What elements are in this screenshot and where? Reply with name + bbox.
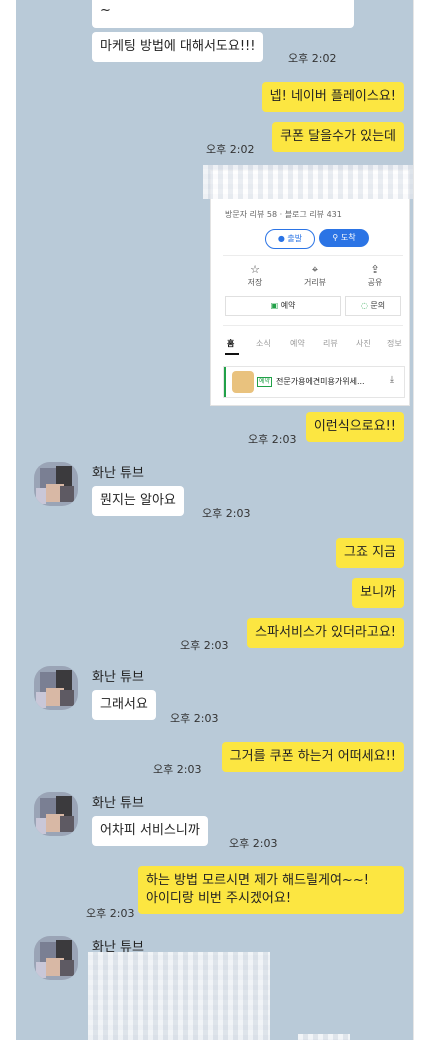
- share-action[interactable]: ⇪ 공유: [345, 263, 405, 288]
- message-text: 그래서요: [100, 697, 148, 712]
- blurred-message: [298, 1034, 350, 1040]
- star-icon: ☆: [250, 263, 260, 276]
- tab-photo[interactable]: 사진: [356, 338, 371, 349]
- sender-avatar[interactable]: [34, 462, 78, 506]
- coupon-thumbnail: [232, 371, 254, 393]
- inquiry-button[interactable]: ◌ 문의: [345, 296, 401, 316]
- street-view-action[interactable]: ⌖ 거리뷰: [285, 263, 345, 288]
- message-bubble-incoming[interactable]: 마케팅 방법에 대해서도요!!!: [92, 32, 264, 62]
- blurred-message: [88, 952, 270, 1040]
- download-icon[interactable]: ⤓: [390, 375, 394, 385]
- divider: [223, 255, 403, 256]
- window-scrollbar-track[interactable]: [413, 0, 426, 1040]
- message-bubble-incoming[interactable]: ~: [92, 0, 354, 28]
- tab-news[interactable]: 소식: [256, 338, 271, 349]
- blurred-place-name: [203, 165, 414, 199]
- message-text: 그거를 쿠폰 하는거 어떠세요!!: [229, 749, 396, 764]
- pin-icon: ⚲: [332, 233, 339, 242]
- sender-avatar[interactable]: [34, 666, 78, 710]
- message-text-line: 하는 방법 모르시면 제가 해드릴게여~~!: [146, 873, 369, 888]
- message-text-line: 아이디랑 비번 주시겠어요!: [146, 891, 292, 906]
- sender-avatar[interactable]: [34, 792, 78, 836]
- message-text: 그죠 지금: [344, 545, 396, 560]
- calendar-icon: ▣: [270, 301, 279, 310]
- review-count: 방문자 리뷰 58 · 블로그 리뷰 431: [225, 210, 342, 219]
- message-time: 오후 2:03: [153, 763, 202, 776]
- active-tab-indicator: [225, 353, 239, 355]
- message-bubble-outgoing[interactable]: 이런식으로요!!: [305, 412, 404, 442]
- window-left-margin: [0, 0, 16, 1040]
- message-bubble-incoming[interactable]: 그래서요: [92, 690, 156, 720]
- message-text: 스파서비스가 있더라고요!: [255, 625, 396, 640]
- message-bubble-incoming[interactable]: 어차피 서비스니까: [92, 816, 208, 846]
- coupon-title: 전문가용에견미용가위세...: [276, 377, 365, 386]
- tab-home[interactable]: 홈: [227, 338, 234, 349]
- divider: [223, 325, 403, 326]
- tab-review[interactable]: 리뷰: [323, 338, 338, 349]
- tab-reservation[interactable]: 예약: [290, 338, 305, 349]
- share-icon: ⇪: [370, 263, 380, 276]
- message-time: 오후 2:03: [202, 507, 251, 520]
- message-bubble-outgoing[interactable]: 스파서비스가 있더라고요!: [247, 618, 404, 648]
- reserve-button[interactable]: ▣ 예약: [225, 296, 341, 316]
- message-time: 오후 2:02: [206, 143, 255, 156]
- message-text: 넵! 네이버 플레이스요!: [269, 89, 396, 104]
- chat-icon: ◌: [360, 301, 368, 310]
- message-time: 오후 2:03: [86, 907, 135, 920]
- message-bubble-outgoing[interactable]: 쿠폰 달을수가 있는데: [272, 122, 404, 152]
- arrive-button[interactable]: ⚲ 도착: [319, 229, 369, 247]
- message-time: 오후 2:03: [229, 837, 278, 850]
- message-bubble-incoming[interactable]: 뭔지는 알아요: [92, 486, 184, 516]
- message-time: 오후 2:03: [180, 639, 229, 652]
- coupon-accent-bar: [224, 367, 226, 397]
- sender-name: 화난 튜브: [92, 670, 144, 685]
- sender-name: 화난 튜브: [92, 796, 144, 811]
- message-bubble-outgoing[interactable]: 그거를 쿠폰 하는거 어떠세요!!: [221, 742, 404, 772]
- save-action[interactable]: ☆ 저장: [225, 263, 285, 288]
- message-time: 오후 2:03: [170, 712, 219, 725]
- coupon-badge: 예약: [257, 377, 273, 387]
- message-bubble-outgoing[interactable]: 그죠 지금: [336, 538, 404, 568]
- message-text: 뭔지는 알아요: [100, 493, 176, 508]
- message-text: 쿠폰 달을수가 있는데: [280, 129, 396, 144]
- chat-area[interactable]: ~ 마케팅 방법에 대해서도요!!! 오후 2:02 넵! 네이버 플레이스요!…: [16, 0, 414, 1040]
- sender-name: 화난 튜브: [92, 466, 144, 481]
- coupon-item[interactable]: 예약 전문가용에견미용가위세... ⤓: [223, 366, 405, 398]
- location-icon: ⌖: [311, 263, 319, 276]
- shared-place-image[interactable]: 방문자 리뷰 58 · 블로그 리뷰 431 ● 출발 ⚲ 도착 ☆ 저장 ⌖ …: [203, 165, 414, 406]
- message-time: 오후 2:02: [288, 52, 337, 65]
- sender-avatar[interactable]: [34, 936, 78, 980]
- message-bubble-outgoing[interactable]: 보니까: [352, 578, 404, 608]
- message-text: ~: [100, 3, 111, 18]
- message-text: 보니까: [360, 585, 396, 600]
- message-time: 오후 2:03: [248, 433, 297, 446]
- message-text: 마케팅 방법에 대해서도요!!!: [100, 39, 256, 54]
- message-bubble-outgoing[interactable]: 넵! 네이버 플레이스요!: [261, 82, 404, 112]
- tab-info[interactable]: 정보: [387, 338, 402, 349]
- message-text: 이런식으로요!!: [313, 419, 396, 434]
- depart-button[interactable]: ● 출발: [265, 229, 315, 249]
- message-bubble-outgoing[interactable]: 하는 방법 모르시면 제가 해드릴게여~~! 아이디랑 비번 주시겠어요!: [138, 866, 404, 914]
- message-text: 어차피 서비스니까: [100, 823, 200, 838]
